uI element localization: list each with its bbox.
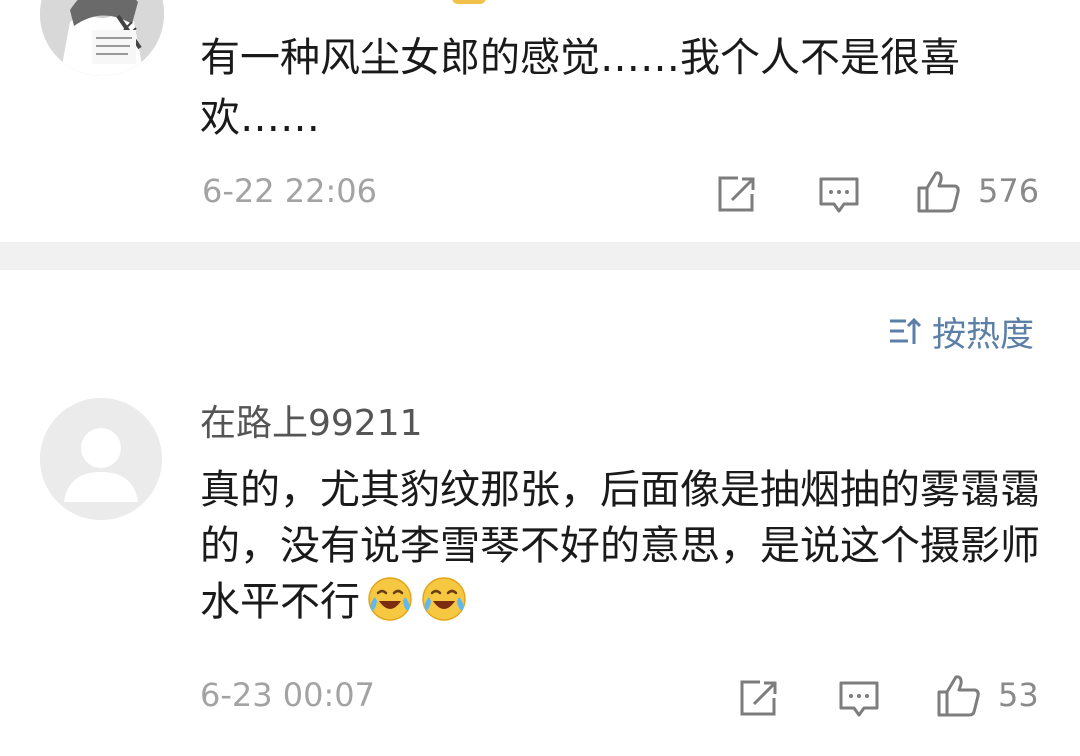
- share-icon: [740, 680, 777, 716]
- comment-button[interactable]: [838, 678, 880, 720]
- like-count: 53: [998, 676, 1039, 714]
- avatar[interactable]: [40, 0, 164, 76]
- laugh-cry-emoji-icon: [422, 577, 466, 621]
- username[interactable]: [206, 0, 476, 6]
- comment-button[interactable]: [818, 174, 860, 216]
- share-button[interactable]: [738, 678, 780, 718]
- comment-text: 真的，尤其豹纹那张，后面像是抽烟抽的雾霭霭的，没有说李雪琴不好的意思，是说这个摄…: [200, 462, 1046, 630]
- section-divider: [0, 242, 1080, 270]
- sort-by-hot-button[interactable]: 按热度: [888, 308, 1034, 355]
- comment-time: 6-23 00:07: [200, 676, 376, 714]
- sort-label: 按热度: [932, 314, 1034, 355]
- laugh-cry-emoji-icon: [368, 577, 412, 621]
- comment-text: 有一种风尘女郎的感觉……我个人不是很喜欢……: [200, 35, 960, 141]
- comment-time: 6-22 22:06: [202, 172, 378, 210]
- like-count: 576: [978, 172, 1040, 210]
- thumbs-up-icon: [917, 171, 960, 213]
- username[interactable]: 在路上99211: [200, 400, 423, 448]
- sort-icon: [890, 317, 922, 344]
- share-button[interactable]: [716, 174, 758, 214]
- like-button[interactable]: [916, 168, 962, 214]
- share-icon: [718, 176, 755, 212]
- comment-icon: [839, 681, 879, 717]
- thumbs-up-icon: [937, 675, 980, 717]
- avatar-illustration: [40, 0, 164, 76]
- comment-icon: [819, 177, 859, 213]
- default-avatar-icon: [40, 398, 162, 520]
- like-button[interactable]: [936, 672, 982, 718]
- comment-text-content: 真的，尤其豹纹那张，后面像是抽烟抽的雾霭霭的，没有说李雪琴不好的意思，是说这个摄…: [200, 467, 1040, 625]
- vip-badge-icon: [452, 0, 486, 4]
- avatar[interactable]: [40, 398, 162, 520]
